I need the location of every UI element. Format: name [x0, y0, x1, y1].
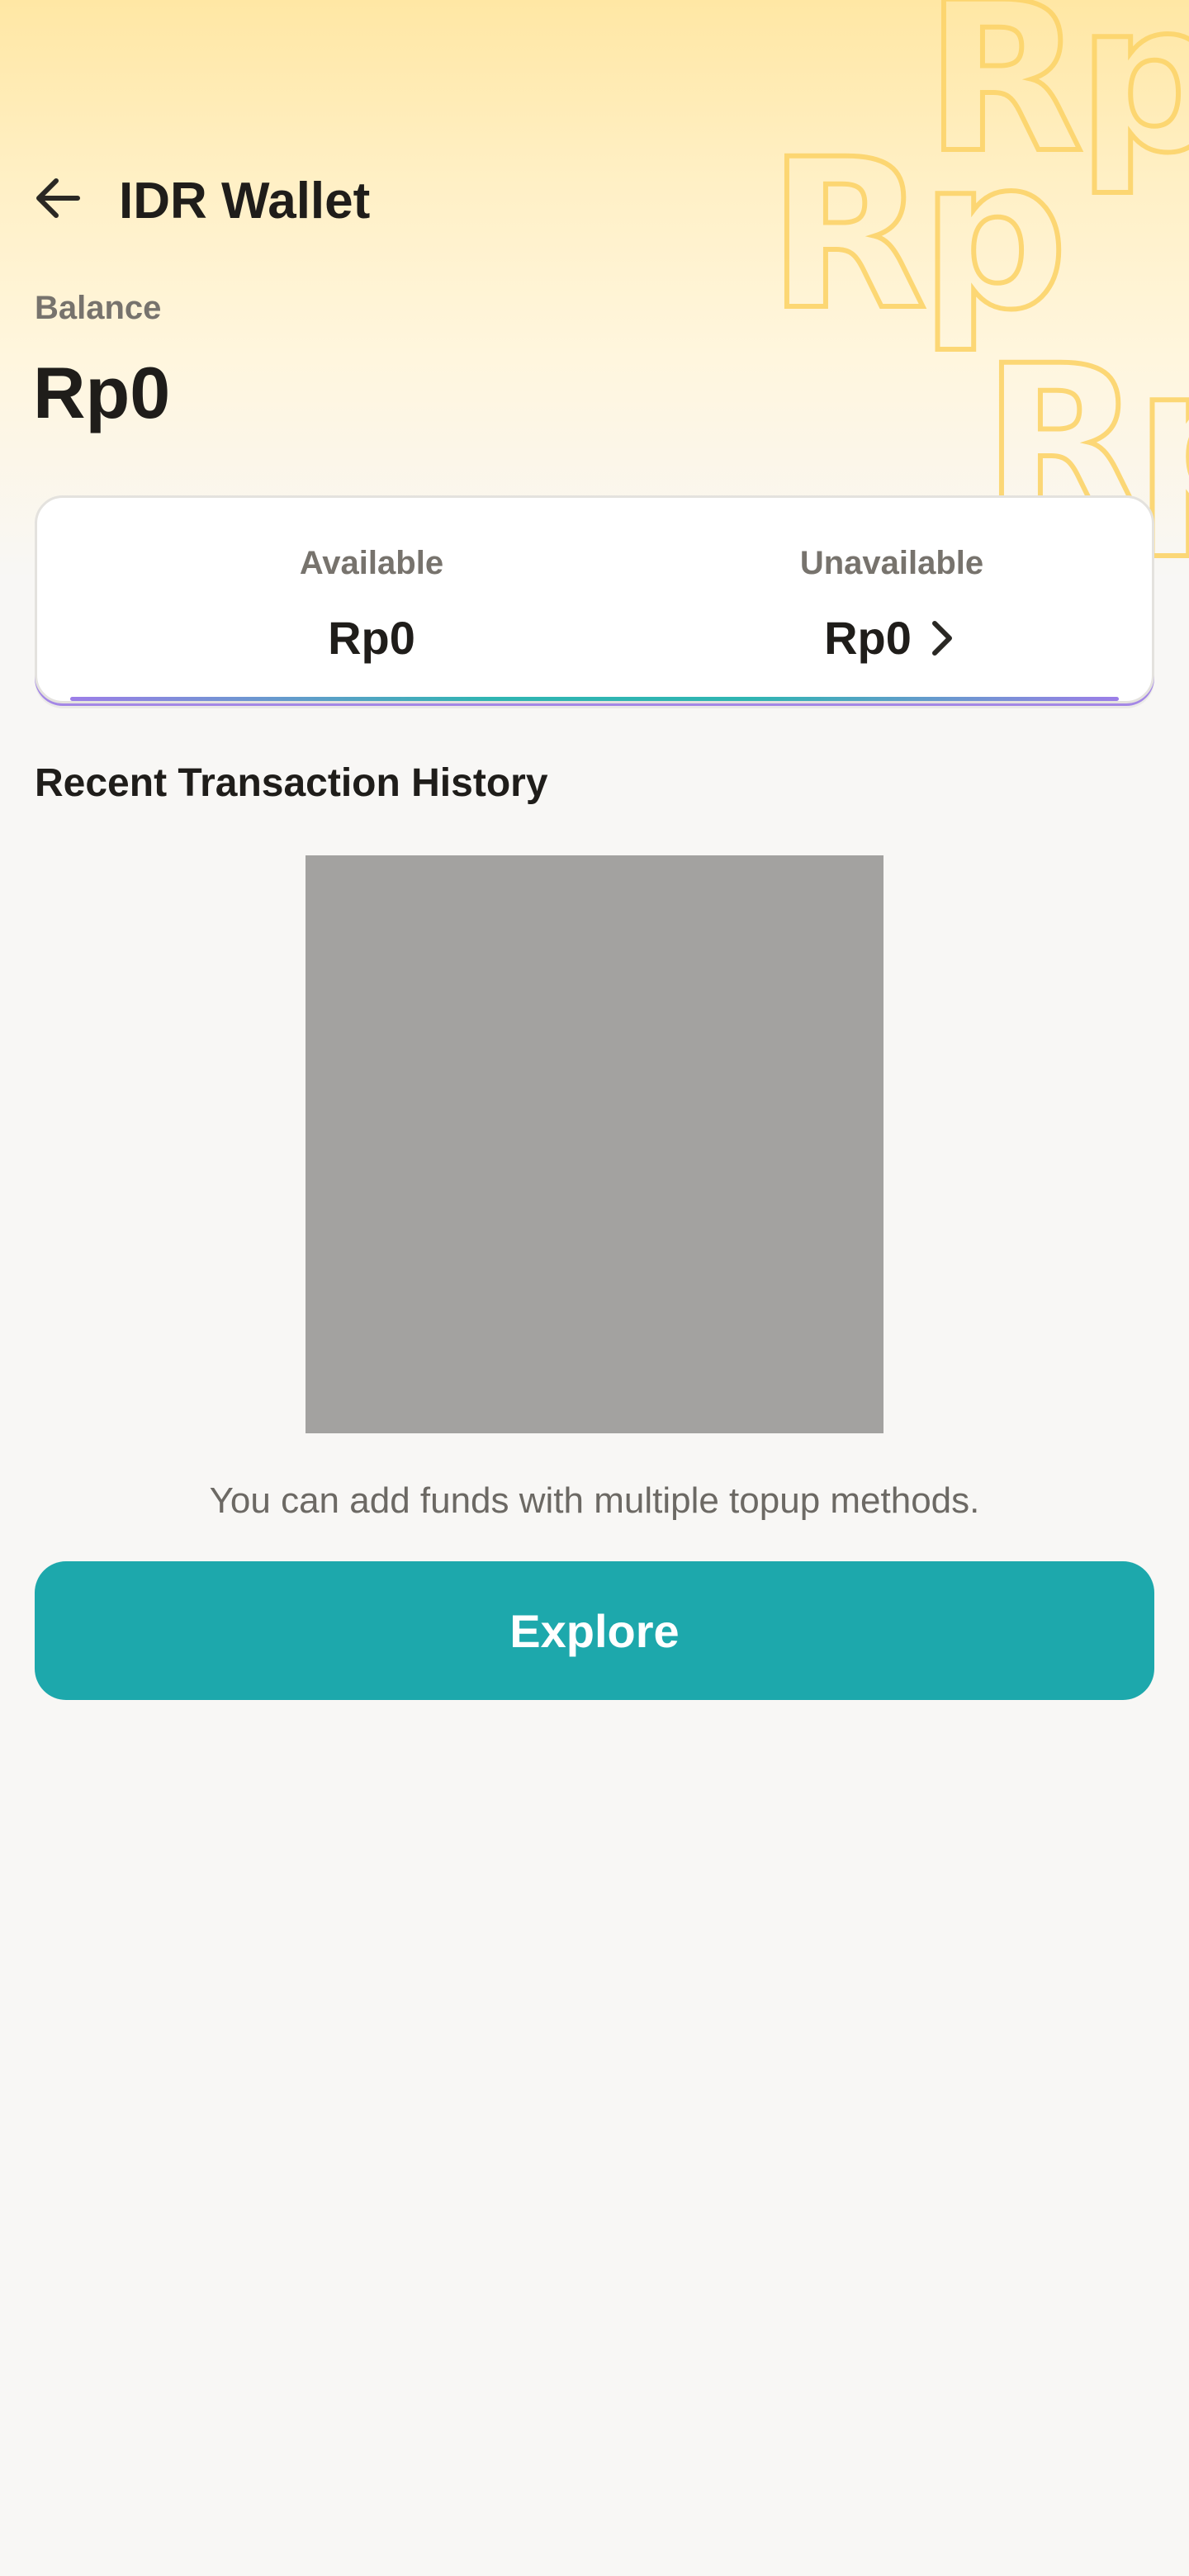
- header-background: Rp Rp Rp: [0, 0, 1189, 578]
- balance-card: Available Rp0 Unavailable Rp0: [35, 495, 1154, 703]
- balance-value: Rp0: [33, 352, 171, 433]
- unavailable-value: Rp0: [824, 612, 912, 664]
- section-title: Recent Transaction History: [35, 761, 548, 805]
- available-label: Available: [299, 545, 444, 581]
- available-balance: Available Rp0: [111, 498, 632, 701]
- empty-state-message: You can add funds with multiple topup me…: [209, 1480, 980, 1521]
- back-button[interactable]: [30, 170, 86, 226]
- page-title: IDR Wallet: [119, 173, 371, 230]
- chevron-right-icon: [931, 621, 952, 656]
- unavailable-label: Unavailable: [799, 545, 984, 581]
- available-value: Rp0: [328, 612, 415, 664]
- arrow-left-icon: [36, 178, 80, 218]
- rp-watermark: Rp: [765, 115, 1070, 355]
- balance-label: Balance: [35, 290, 162, 326]
- unavailable-balance-button[interactable]: Unavailable Rp0: [632, 498, 1152, 701]
- explore-button[interactable]: Explore: [35, 1561, 1154, 1700]
- empty-state-illustration: [306, 855, 883, 1433]
